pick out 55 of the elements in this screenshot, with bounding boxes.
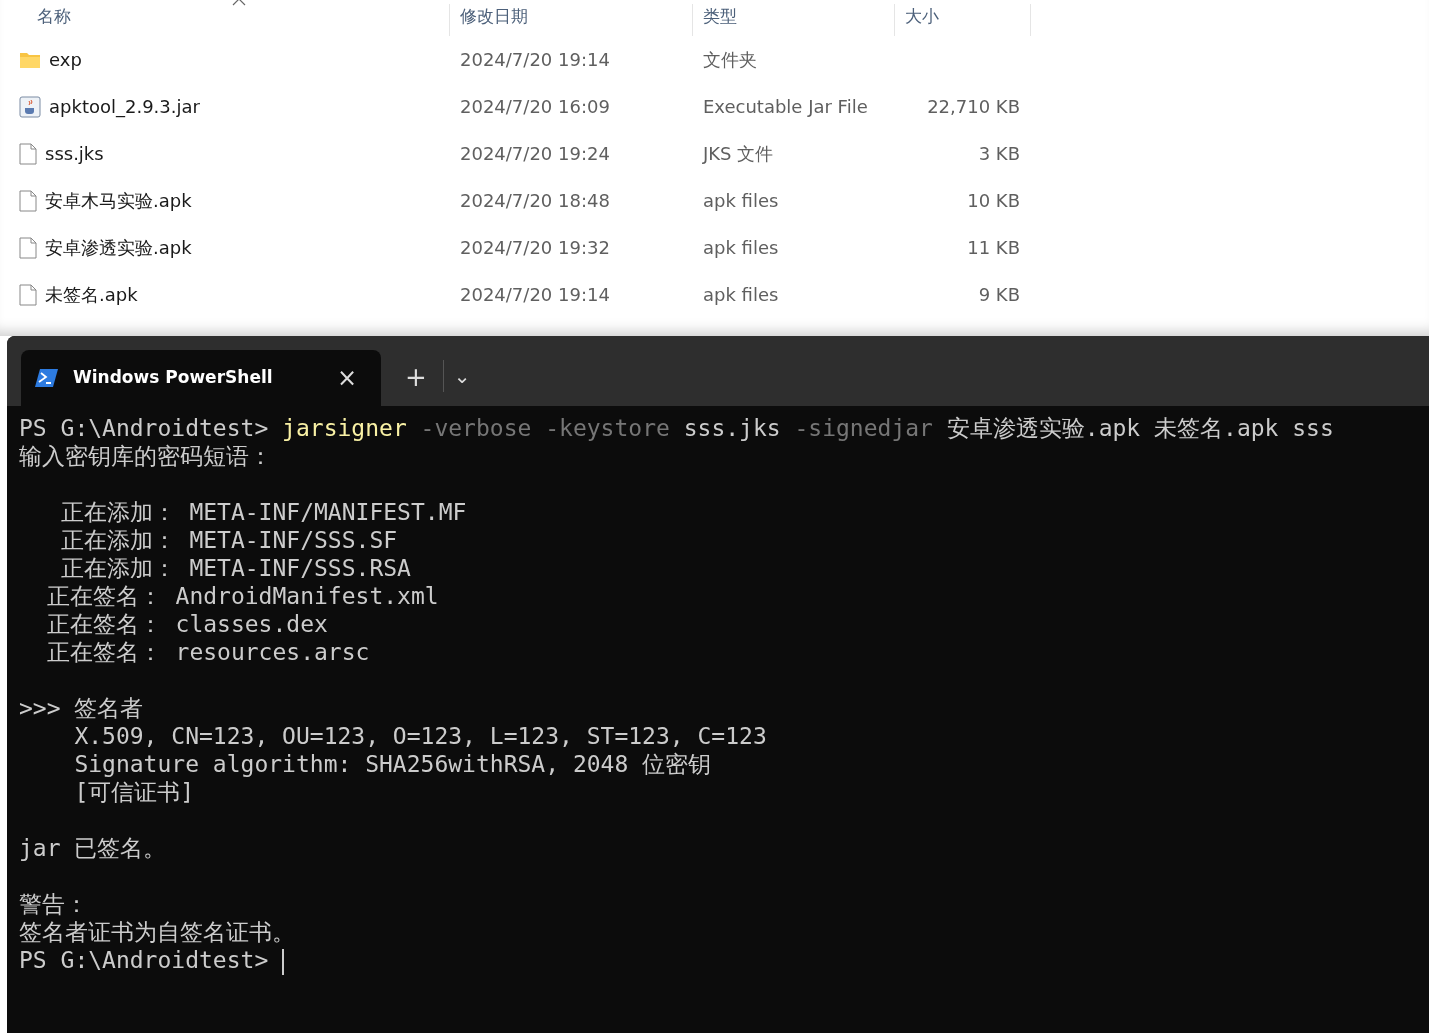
dropdown-button[interactable]: ⌄ — [443, 362, 481, 390]
console-line: >>> 签名者 — [19, 695, 144, 721]
close-button[interactable]: × — [326, 362, 367, 394]
console-line: 签名者证书为自签名证书。 — [19, 919, 295, 945]
console-line: 正在添加： META-INF/SSS.RSA — [59, 555, 411, 581]
document-icon — [19, 236, 37, 259]
column-header[interactable]: 修改日期 — [460, 6, 528, 26]
file-name[interactable]: exp — [49, 46, 82, 73]
console-line: 警告： — [19, 891, 88, 917]
modified-date: 2024/7/20 19:14 — [460, 49, 610, 70]
console-line: 正在签名： classes.dex — [45, 611, 328, 637]
console-line: 输入密钥库的密码短语： — [19, 443, 272, 469]
modified-date: 2024/7/20 19:32 — [460, 237, 610, 258]
console-line: 正在签名： resources.arsc — [45, 639, 370, 665]
console-line: PS G:\Androidtest> jarsigner -verbose -keystore sss.jks -signedjar 安卓渗透实验.apk 未签名.apk sss — [19, 415, 1334, 441]
file-name[interactable]: 安卓渗透实验.apk — [45, 234, 192, 261]
modified-date: 2024/7/20 19:24 — [460, 143, 610, 164]
tab-title: Windows PowerShell — [73, 366, 274, 390]
coffee-cup-icon — [19, 95, 41, 118]
console-line: PS G:\Androidtest> — [19, 947, 270, 973]
new-tab-button[interactable]: + — [395, 360, 437, 394]
file-size: 22,710 KB — [927, 96, 1020, 117]
file-type: Executable Jar File — [703, 96, 868, 117]
file-size: 11 KB — [967, 237, 1020, 258]
file-name[interactable]: 未签名.apk — [45, 281, 138, 308]
terminal-tab[interactable]: Windows PowerShell × — [21, 350, 381, 406]
document-icon — [19, 142, 37, 165]
file-type: JKS 文件 — [703, 143, 774, 164]
console-line: Signature algorithm: SHA256withRSA, 2048 位密钥 — [73, 751, 712, 777]
file-name[interactable]: sss.jks — [45, 140, 104, 167]
file-type: apk files — [703, 190, 779, 211]
document-icon — [19, 189, 37, 212]
file-size: 10 KB — [967, 190, 1020, 211]
console-line: 正在签名： AndroidManifest.xml — [45, 583, 439, 609]
console-line: 正在添加： META-INF/MANIFEST.MF — [59, 499, 467, 525]
folder-icon — [19, 50, 41, 69]
modified-date: 2024/7/20 16:09 — [460, 96, 610, 117]
modified-date: 2024/7/20 18:48 — [460, 190, 610, 211]
modified-date: 2024/7/20 19:14 — [460, 284, 610, 305]
console-line: jar 已签名。 — [19, 835, 167, 861]
file-size: 3 KB — [978, 143, 1020, 164]
console-line: X.509, CN=123, OU=123, O=123, L=123, ST=123, C=123 — [73, 723, 767, 749]
file-size: 9 KB — [978, 284, 1020, 305]
file-type: apk files — [703, 237, 779, 258]
file-type: 文件夹 — [703, 49, 757, 70]
file-name[interactable]: 安卓木马实验.apk — [45, 187, 192, 214]
column-header[interactable]: 大小 — [905, 6, 939, 26]
powershell-icon — [35, 368, 59, 388]
console-line: 正在添加： META-INF/SSS.SF — [59, 527, 398, 553]
document-icon — [19, 283, 37, 306]
file-name[interactable]: apktool_2.9.3.jar — [49, 93, 200, 120]
column-header[interactable]: 名称 — [37, 6, 71, 26]
file-type: apk files — [703, 284, 779, 305]
console-line: [可信证书] — [73, 779, 195, 805]
column-header[interactable]: 类型 — [703, 6, 737, 26]
